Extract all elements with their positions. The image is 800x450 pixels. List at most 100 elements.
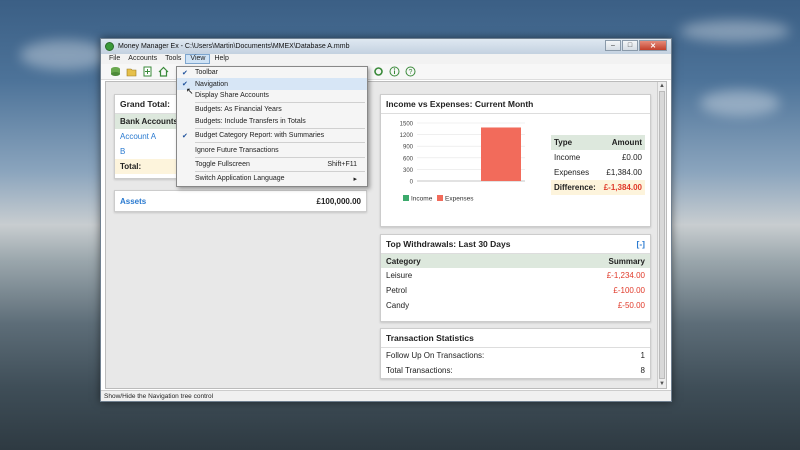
info-icon[interactable] (388, 65, 401, 78)
app-logo-icon (105, 42, 114, 51)
menu-bar: File Accounts Tools View Help (101, 54, 671, 64)
menu-view[interactable]: View (185, 54, 211, 64)
menu-item-budget-category-report[interactable]: ✔ Budget Category Report: with Summaries (177, 130, 367, 141)
menu-item-label: Budget Category Report: with Summaries (195, 132, 325, 140)
open-folder-icon[interactable] (125, 65, 138, 78)
y-tick-label: 900 (403, 145, 414, 151)
database-icon[interactable] (109, 65, 122, 78)
y-tick-label: 600 (403, 156, 414, 162)
menu-separator (195, 171, 365, 173)
income-label: Income (554, 153, 581, 162)
table-row: Follow Up On Transactions: 1 (381, 348, 650, 363)
stat-label: Total Transactions: (386, 366, 453, 375)
menu-help[interactable]: Help (210, 54, 232, 64)
table-row: Expenses £1,384.00 (551, 165, 645, 180)
income-expenses-chart: 1500 1200 900 600 300 0 Income Expenses (400, 122, 525, 203)
scroll-thumb[interactable] (659, 91, 665, 379)
income-expenses-title: Income vs Expenses: Current Month (381, 95, 650, 114)
summary-cell: £-50.00 (617, 301, 645, 310)
status-bar: Show/Hide the Navigation tree control (101, 390, 671, 401)
income-amount: £0.00 (621, 153, 642, 162)
scroll-up-icon[interactable]: ▲ (658, 82, 666, 90)
menu-item-label: Display Share Accounts (195, 91, 269, 99)
withdrawals-title: Top Withdrawals: Last 30 Days (386, 239, 511, 249)
legend-swatch (403, 195, 409, 201)
table-row: Petrol £-100.00 (381, 283, 650, 298)
assets-panel: Assets £100,000.00 (114, 190, 367, 212)
maximize-button[interactable]: □ (622, 40, 638, 51)
summary-cell: £-1,234.00 (606, 271, 645, 280)
menu-item-toggle-fullscreen[interactable]: Toggle Fullscreen Shift+F11 (177, 159, 367, 170)
y-tick-label: 1500 (400, 122, 414, 128)
menu-item-label: Navigation (195, 80, 229, 88)
y-tick-label: 1200 (400, 133, 414, 139)
expenses-amount: £1,384.00 (606, 168, 642, 177)
withdrawals-panel: Top Withdrawals: Last 30 Days [-] Categor… (380, 234, 651, 322)
window-title: Money Manager Ex - C:\Users\Martin\Docum… (118, 43, 350, 50)
minimize-button[interactable]: – (605, 40, 621, 51)
checkmark-icon: ✔ (182, 69, 188, 77)
menu-item-budgets-include-transfers[interactable]: Budgets: Include Transfers in Totals (177, 116, 367, 127)
account-b-link[interactable]: B (120, 147, 125, 156)
home-icon[interactable] (157, 65, 170, 78)
help-icon[interactable]: ? (404, 65, 417, 78)
new-document-icon[interactable] (141, 65, 154, 78)
account-a-link[interactable]: Account A (120, 132, 156, 141)
assets-value: £100,000.00 (316, 196, 362, 206)
settings-icon[interactable] (372, 65, 385, 78)
transaction-stats-panel: Transaction Statistics Follow Up On Tran… (380, 328, 651, 379)
difference-row: Difference: £-1,384.00 (551, 180, 645, 195)
legend-label: Expenses (445, 196, 474, 203)
vertical-scrollbar[interactable]: ▲ ▼ (657, 82, 666, 388)
stat-value: 1 (640, 351, 645, 360)
table-row: Candy £-50.00 (381, 298, 650, 313)
stats-title: Transaction Statistics (381, 329, 650, 348)
amount-header: Amount (611, 138, 642, 147)
menu-item-navigation[interactable]: ✔ Navigation (177, 78, 367, 90)
menu-item-ignore-future-transactions[interactable]: Ignore Future Transactions (177, 144, 367, 155)
menu-file[interactable]: File (105, 54, 124, 64)
menu-item-label: Budgets: Include Transfers in Totals (195, 117, 306, 125)
summary-header: Summary (608, 256, 645, 266)
expenses-label: Expenses (554, 168, 590, 177)
menu-separator (195, 102, 365, 104)
close-button[interactable]: ✕ (639, 40, 667, 51)
category-cell: Candy (386, 301, 410, 310)
legend-label: Income (411, 196, 433, 203)
table-row: Leisure £-1,234.00 (381, 268, 650, 283)
collapse-toggle[interactable]: [-] (637, 239, 646, 249)
menu-separator (195, 142, 365, 144)
menu-separator (195, 156, 365, 158)
table-row: Total Transactions: 8 (381, 363, 650, 378)
bank-accounts-label: Bank Accounts (120, 117, 178, 126)
menu-item-display-share-accounts[interactable]: Display Share Accounts (177, 90, 367, 101)
menu-item-label: Budgets: As Financial Years (195, 106, 282, 114)
menu-item-label: Switch Application Language (195, 175, 285, 183)
assets-link[interactable]: Assets (120, 197, 146, 206)
svg-text:?: ? (409, 69, 413, 76)
menu-accounts[interactable]: Accounts (124, 54, 161, 64)
shortcut-label: Shift+F11 (327, 160, 357, 168)
difference-value: £-1,384.00 (603, 183, 642, 192)
menu-separator (195, 127, 365, 129)
income-expenses-table: Type Amount Income £0.00 Expenses £1,384.00… (551, 135, 645, 195)
menu-item-toolbar[interactable]: ✔ Toolbar (177, 67, 367, 78)
category-header: Category (386, 256, 421, 266)
y-tick-label: 0 (410, 180, 414, 186)
submenu-arrow-icon: ▸ (353, 175, 357, 183)
category-cell: Leisure (386, 271, 413, 280)
menu-item-budgets-financial-years[interactable]: Budgets: As Financial Years (177, 104, 367, 115)
income-expenses-panel: Income vs Expenses: Current Month 1500 12… (380, 94, 651, 227)
menu-item-label: Toggle Fullscreen (195, 160, 250, 168)
summary-cell: £-100.00 (613, 286, 645, 295)
legend-swatch (437, 195, 443, 201)
scroll-down-icon[interactable]: ▼ (658, 380, 666, 388)
difference-label: Difference: (554, 183, 596, 192)
total-label: Total: (120, 162, 142, 171)
title-bar[interactable]: Money Manager Ex - C:\Users\Martin\Docum… (101, 39, 671, 54)
mouse-cursor-icon: ↖ (186, 86, 194, 96)
menu-tools[interactable]: Tools (161, 54, 185, 64)
menu-item-switch-language[interactable]: Switch Application Language ▸ (177, 173, 367, 184)
stat-value: 8 (640, 366, 645, 375)
stat-label: Follow Up On Transactions: (386, 351, 485, 360)
